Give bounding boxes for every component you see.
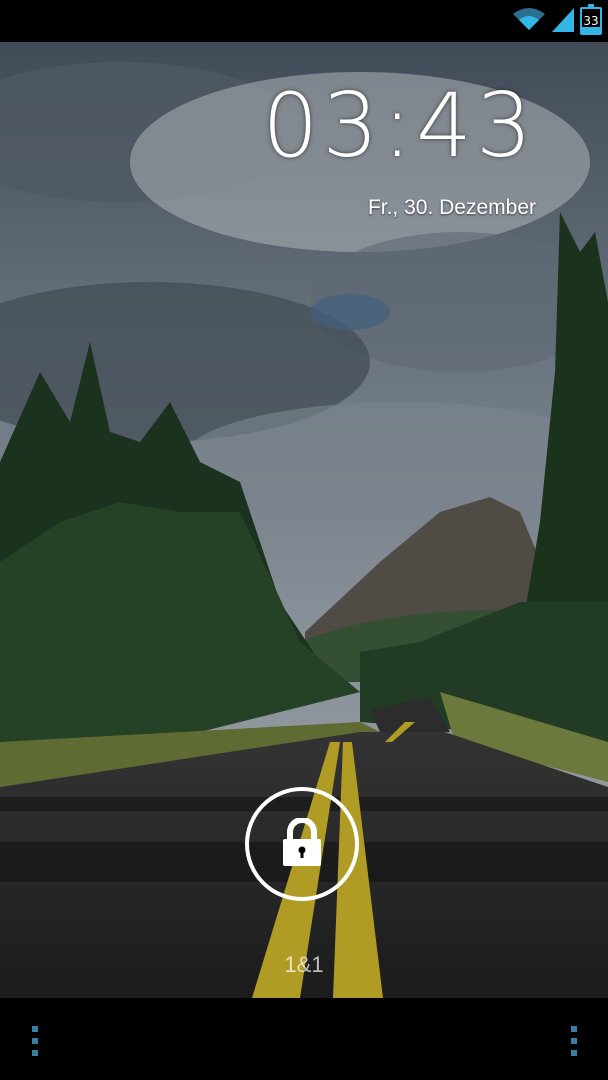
navigation-bar: [0, 998, 608, 1080]
status-bar: 33: [0, 0, 608, 42]
battery-icon: 33: [580, 4, 602, 35]
lockscreen-date: Fr., 30. Dezember: [367, 196, 536, 219]
lock-icon: [279, 817, 325, 870]
carrier-label: 1&1: [284, 952, 324, 977]
unlock-handle[interactable]: [245, 787, 359, 901]
status-icons: 33: [512, 4, 602, 36]
wifi-icon: [512, 6, 546, 36]
overflow-menu-icon[interactable]: [31, 1026, 39, 1056]
overflow-menu-icon[interactable]: [570, 1026, 578, 1056]
cell-signal-icon: [550, 6, 576, 36]
lockscreen-clock: 03:43: [262, 74, 536, 177]
battery-level: 33: [583, 14, 599, 28]
